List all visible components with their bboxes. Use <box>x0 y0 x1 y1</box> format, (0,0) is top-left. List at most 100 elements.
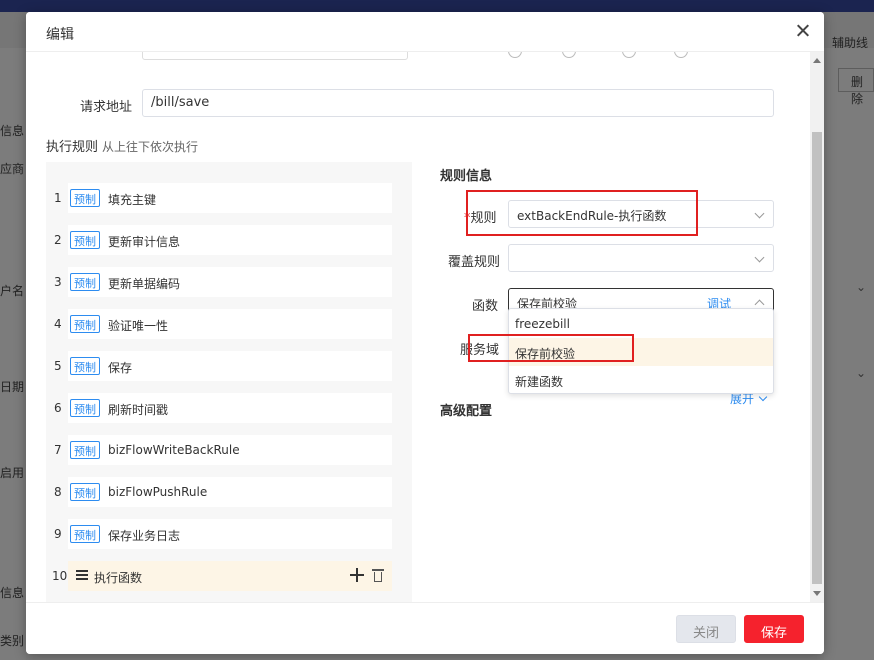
close-icon[interactable] <box>794 22 812 40</box>
rule-number: 6 <box>54 401 62 415</box>
rule-label: 保存业务日志 <box>108 529 181 543</box>
bg-fragment: 户名 <box>0 284 25 298</box>
scroll-up-icon[interactable] <box>813 58 821 63</box>
close-button[interactable]: 关闭 <box>676 615 736 643</box>
rules-title: 执行规则 <box>46 140 99 155</box>
rule-number: 8 <box>54 485 62 499</box>
bg-fragment: 类别 <box>0 634 25 648</box>
rule-card[interactable]: 预制 保存业务日志 <box>68 519 392 549</box>
list-item[interactable]: 9 预制 保存业务日志 <box>46 517 392 551</box>
request-url-input[interactable]: /bill/save <box>142 89 774 117</box>
add-icon[interactable] <box>350 568 364 582</box>
dialog-footer: 关闭 保存 <box>26 602 824 654</box>
preset-badge: 预制 <box>70 525 100 543</box>
override-rule-label: 覆盖规则 <box>448 255 501 270</box>
function-label: 函数 <box>472 299 499 314</box>
highlight-box <box>468 334 634 362</box>
chevron-down-icon <box>754 252 765 263</box>
rule-card[interactable]: 预制 刷新时间戳 <box>68 393 392 423</box>
background-right-column: ⌄ ⌄ <box>824 48 874 660</box>
dialog-scrollbar[interactable] <box>810 52 824 602</box>
preset-badge: 预制 <box>70 357 100 375</box>
active-list-item[interactable]: 10 执行函数 <box>46 559 392 593</box>
radio-put[interactable] <box>622 52 636 58</box>
rule-number: 7 <box>54 443 62 457</box>
rule-number: 2 <box>54 233 62 247</box>
app-top-bar <box>0 0 874 12</box>
chevron-down-icon: ⌄ <box>855 280 866 294</box>
list-item[interactable]: 2 预制 更新审计信息 <box>46 223 392 257</box>
drag-handle-icon[interactable] <box>76 570 88 581</box>
list-item[interactable]: 5 预制 保存 <box>46 349 392 383</box>
rules-subtitle: 从上往下依次执行 <box>102 140 199 154</box>
rule-label: 保存 <box>108 361 133 375</box>
dialog-body: 请求地址 /bill/save 执行规则 从上往下依次执行 1 预制 填充主键 2… <box>26 52 824 602</box>
rule-label: 填充主键 <box>108 193 157 207</box>
scroll-thumb[interactable] <box>812 132 822 584</box>
rule-number: 9 <box>54 527 62 541</box>
rule-card[interactable]: 预制 bizFlowPushRule <box>68 477 392 507</box>
bg-fragment: 信息 <box>0 124 25 138</box>
rule-label: 更新审计信息 <box>108 235 181 249</box>
rule-number: 3 <box>54 275 62 289</box>
list-item[interactable]: 1 预制 填充主键 <box>46 181 392 215</box>
rule-card[interactable]: 预制 保存 <box>68 351 392 381</box>
chevron-down-icon: ⌄ <box>855 366 866 380</box>
bg-fragment: 信息 <box>0 586 25 600</box>
list-item[interactable]: 3 预制 更新单据编码 <box>46 265 392 299</box>
rule-number: 4 <box>54 317 62 331</box>
preset-badge: 预制 <box>70 399 100 417</box>
dialog-header: 编辑 <box>26 12 824 52</box>
request-url-label: 请求地址 <box>80 100 133 115</box>
rule-number: 1 <box>54 191 62 205</box>
highlight-box <box>466 190 698 236</box>
chevron-down-icon <box>758 392 768 402</box>
edit-dialog: 编辑 请求地址 /bill/save 执行规则 从上往下依次执行 1 预制 填充主… <box>26 12 824 654</box>
expand-label: 展开 <box>730 392 755 406</box>
radio-delete[interactable] <box>674 52 688 58</box>
radio-post[interactable] <box>562 52 576 58</box>
preset-badge: 预制 <box>70 483 100 501</box>
preset-badge: 预制 <box>70 189 100 207</box>
chevron-down-icon <box>754 208 765 219</box>
list-item[interactable]: 8 预制 bizFlowPushRule <box>46 475 392 509</box>
background-delete-button[interactable]: 删除 <box>838 68 874 106</box>
advanced-config-title: 高级配置 <box>440 404 493 419</box>
background-left-column: 信息 应商 户名 日期 启用 信息 类别 <box>0 48 26 660</box>
radio-get[interactable] <box>508 52 522 58</box>
rule-card[interactable]: 预制 bizFlowWriteBackRule <box>68 435 392 465</box>
scroll-down-icon[interactable] <box>813 591 821 596</box>
rule-number: 5 <box>54 359 62 373</box>
trash-icon[interactable] <box>372 568 384 582</box>
action-code-input[interactable] <box>142 52 408 60</box>
rule-number: 10 <box>52 569 68 583</box>
list-item[interactable]: 6 预制 刷新时间戳 <box>46 391 392 425</box>
rule-label: bizFlowPushRule <box>108 485 208 499</box>
preset-badge: 预制 <box>70 441 100 459</box>
bg-fragment: 应商 <box>0 162 25 176</box>
dropdown-option[interactable]: 新建函数 <box>509 366 773 394</box>
rules-list: 1 预制 填充主键 2 预制 更新审计信息 3 预制 更新单据编码 4 预制 验… <box>46 162 412 602</box>
rule-label: 刷新时间戳 <box>108 403 169 417</box>
rule-card[interactable]: 预制 填充主键 <box>68 183 392 213</box>
rule-card[interactable]: 预制 更新审计信息 <box>68 225 392 255</box>
bg-fragment: 启用 <box>0 466 25 480</box>
preset-badge: 预制 <box>70 315 100 333</box>
rule-card[interactable]: 预制 更新单据编码 <box>68 267 392 297</box>
rule-card[interactable]: 预制 验证唯一性 <box>68 309 392 339</box>
override-rule-select[interactable] <box>508 244 774 272</box>
rule-label: bizFlowWriteBackRule <box>108 443 240 457</box>
list-item[interactable]: 7 预制 bizFlowWriteBackRule <box>46 433 392 467</box>
rule-label: 执行函数 <box>94 571 143 585</box>
save-button[interactable]: 保存 <box>744 615 804 643</box>
rule-label: 验证唯一性 <box>108 319 169 333</box>
dialog-title: 编辑 <box>46 27 74 43</box>
preset-badge: 预制 <box>70 231 100 249</box>
rule-label: 更新单据编码 <box>108 277 181 291</box>
list-item[interactable]: 4 预制 验证唯一性 <box>46 307 392 341</box>
bg-fragment: 日期 <box>0 380 25 394</box>
rules-section-title: 执行规则 从上往下依次执行 <box>46 136 198 155</box>
active-rule-card[interactable]: 执行函数 <box>68 561 392 591</box>
scrolled-row <box>26 52 806 60</box>
rule-info-title: 规则信息 <box>440 169 493 184</box>
